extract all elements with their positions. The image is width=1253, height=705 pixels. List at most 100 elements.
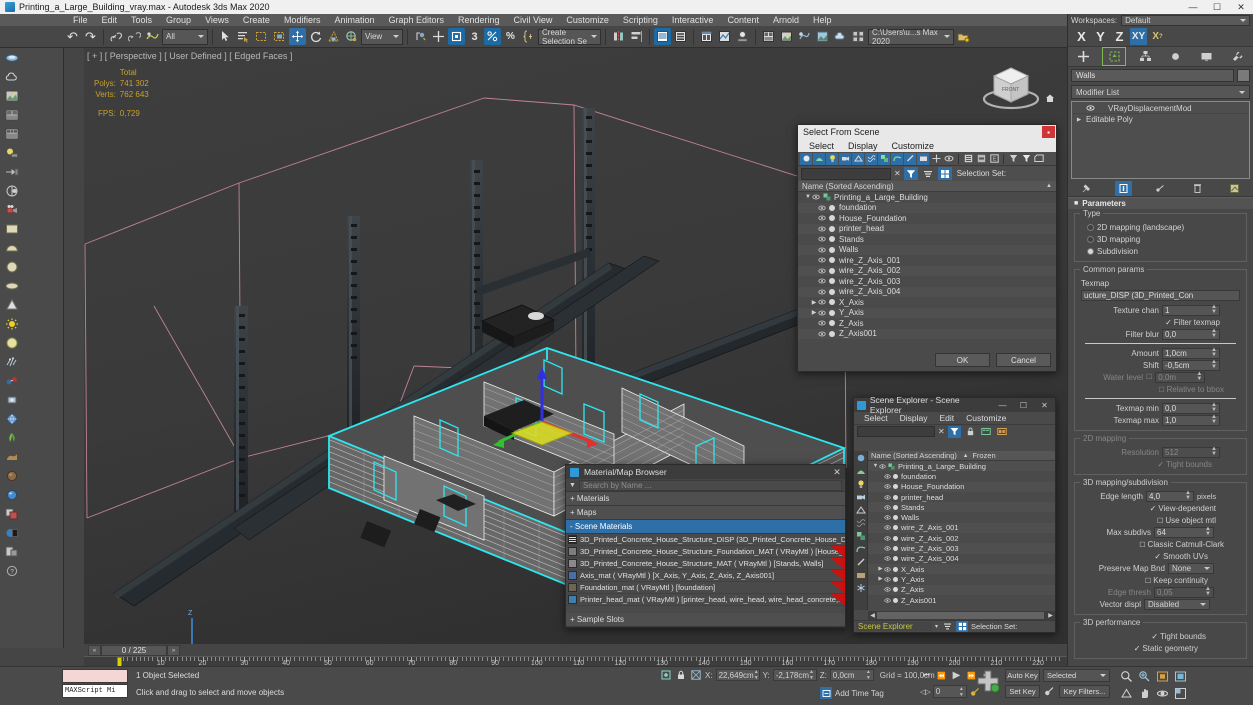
menu-graph-editors[interactable]: Graph Editors bbox=[381, 14, 451, 26]
maximize-viewport-toggle-icon[interactable] bbox=[1172, 685, 1189, 701]
menu-views[interactable]: Views bbox=[198, 14, 236, 26]
se-list-item[interactable]: Z_Axis001 bbox=[868, 595, 1055, 605]
se-filter-helpers-icon[interactable] bbox=[855, 504, 867, 516]
collapse-all-icon[interactable] bbox=[975, 153, 987, 165]
zoom-extents-all-icon[interactable] bbox=[1172, 668, 1189, 684]
tab-motion[interactable] bbox=[1165, 48, 1187, 65]
axis-cycle-icon[interactable]: X? bbox=[1149, 28, 1166, 45]
scroll-right-icon[interactable]: ▶ bbox=[1046, 612, 1055, 619]
spinner-arrows-icon[interactable]: ▲ ▼ bbox=[1196, 371, 1202, 382]
eye-icon[interactable] bbox=[884, 555, 891, 562]
spinner-arrows-icon[interactable]: ▲ ▼ bbox=[1211, 359, 1217, 370]
tab-hierarchy[interactable] bbox=[1134, 48, 1156, 65]
texmap-min-spinner[interactable]: 0,0 ▲ ▼ bbox=[1162, 402, 1220, 414]
menu-rendering[interactable]: Rendering bbox=[451, 14, 507, 26]
filter-chevron-icon[interactable]: ▼ bbox=[569, 482, 576, 489]
reference-coordinate-system-icon[interactable] bbox=[343, 28, 360, 45]
vray-frame-buffer-icon[interactable] bbox=[2, 48, 22, 67]
filter-texmap-checkbox[interactable]: ✓ Filter texmap bbox=[1165, 318, 1220, 327]
select-from-scene-titlebar[interactable]: Select From Scene ▪ bbox=[798, 125, 1056, 139]
spinner-arrows-icon[interactable]: ▲ ▼ bbox=[1185, 490, 1191, 501]
material-list-item[interactable]: 3D_Printed_Concrete_House_Structure_DISP… bbox=[566, 534, 845, 546]
eye-icon[interactable] bbox=[884, 473, 891, 480]
auto-key-plus-icon[interactable] bbox=[975, 668, 1001, 694]
sfs-list-item[interactable]: Stands bbox=[798, 234, 1056, 245]
eye-icon[interactable] bbox=[818, 246, 826, 254]
eye-icon[interactable] bbox=[884, 483, 891, 490]
sfs-expander-icon[interactable]: ▼ bbox=[804, 194, 812, 200]
bind-to-space-warp-icon[interactable] bbox=[144, 28, 161, 45]
undo-icon[interactable]: ↶ bbox=[64, 28, 81, 45]
viewcube-home-icon[interactable] bbox=[1045, 93, 1055, 103]
list-columns-icon[interactable]: E bbox=[988, 153, 1000, 165]
menu-tools[interactable]: Tools bbox=[124, 14, 159, 26]
sfs-list-item[interactable]: wire_Z_Axis_001 bbox=[798, 255, 1056, 266]
se-list-item[interactable]: House_Foundation bbox=[868, 481, 1055, 492]
material-group-maps[interactable]: + Maps bbox=[566, 506, 845, 520]
copy-panel-icon[interactable] bbox=[2, 542, 22, 561]
smooth-uvs-checkbox[interactable]: ✓ Smooth UVs bbox=[1154, 552, 1208, 561]
remove-modifier-icon[interactable] bbox=[1189, 181, 1206, 196]
angle-snap-toggle-icon[interactable]: 3 bbox=[466, 28, 483, 45]
set-key-mode-icon[interactable] bbox=[1043, 685, 1056, 698]
coordinate-system-combo[interactable]: View bbox=[361, 28, 403, 45]
make-unique-icon[interactable] bbox=[1152, 181, 1169, 196]
material-map-browser-dialog[interactable]: Material/Map Browser ✕ ▼ Search by Name … bbox=[565, 464, 846, 628]
display-groups-icon[interactable] bbox=[878, 152, 890, 165]
workspace-combo[interactable]: Default bbox=[1121, 15, 1250, 26]
menu-arnold[interactable]: Arnold bbox=[766, 14, 806, 26]
percent-snap-toggle-icon[interactable] bbox=[484, 28, 501, 45]
eye-icon[interactable] bbox=[818, 277, 826, 285]
sphere-icon[interactable] bbox=[2, 257, 22, 276]
render-production-icon[interactable] bbox=[796, 28, 813, 45]
filter-funnel-icon[interactable] bbox=[1007, 153, 1019, 165]
sfs-list-item[interactable]: ▼ Printing_a_Large_Building bbox=[798, 192, 1056, 203]
sfs-list-item[interactable]: printer_head bbox=[798, 223, 1056, 234]
se-filter-geometry-icon[interactable] bbox=[855, 452, 867, 464]
scene-explorer-tree[interactable]: Name (Sorted Ascending) ▲ Frozen ▼ Printi… bbox=[868, 451, 1055, 610]
toggle-layer-explorer-icon[interactable] bbox=[672, 28, 689, 45]
eye-icon[interactable] bbox=[884, 545, 891, 552]
tab-utilities[interactable] bbox=[1227, 48, 1249, 65]
display-geometry-icon[interactable] bbox=[800, 152, 812, 165]
animal-icon[interactable] bbox=[2, 447, 22, 466]
track-bar[interactable]: 10 20 30 40 50 60 70 80 90 100 110 120 130 140 150 160 1… bbox=[84, 656, 1067, 667]
mirror-icon[interactable] bbox=[610, 28, 627, 45]
redo-icon[interactable]: ↷ bbox=[82, 28, 99, 45]
edge-length-spinner[interactable]: 4,0 ▲ ▼ bbox=[1146, 490, 1194, 502]
filter-texmap-row[interactable]: ✓ Filter texmap bbox=[1079, 316, 1242, 328]
axis-z-button[interactable]: Z bbox=[1111, 28, 1128, 45]
use-object-mtl-checkbox[interactable]: ☐ Use object mtl bbox=[1157, 516, 1216, 525]
menu-civil-view[interactable]: Civil View bbox=[507, 14, 560, 26]
sfs-list-item[interactable]: Z_Axis001 bbox=[798, 328, 1056, 339]
use-pivot-point-center-icon[interactable] bbox=[412, 28, 429, 45]
se-filter-lights-icon[interactable] bbox=[855, 478, 867, 490]
select-by-name-icon[interactable] bbox=[235, 28, 252, 45]
se-list-item[interactable]: wire_Z_Axis_002 bbox=[868, 533, 1055, 543]
menu-create[interactable]: Create bbox=[236, 14, 277, 26]
material-list-item[interactable]: 3D_Printed_Concrete_House_Structure_MAT … bbox=[566, 558, 845, 570]
tight-bounds-3d-row[interactable]: ✓ Tight bounds bbox=[1079, 630, 1242, 642]
se-menu-edit[interactable]: Edit bbox=[934, 413, 961, 423]
pan-view-icon[interactable] bbox=[1136, 685, 1153, 701]
menu-help[interactable]: Help bbox=[806, 14, 839, 26]
keep-continuity-row[interactable]: ☐ Keep continuity bbox=[1079, 574, 1242, 586]
previous-frame-button-2[interactable]: ⏪ bbox=[935, 669, 948, 682]
menu-animation[interactable]: Animation bbox=[327, 14, 381, 26]
se-sync-selection-icon[interactable] bbox=[980, 426, 993, 438]
eye-icon[interactable] bbox=[818, 330, 826, 338]
render-iterative-icon[interactable] bbox=[814, 28, 831, 45]
add-time-tag-row[interactable]: Add Time Tag bbox=[820, 687, 884, 699]
window-crossing-toggle-icon[interactable] bbox=[271, 28, 288, 45]
frame-display[interactable]: 0 / 225 bbox=[101, 645, 167, 656]
se-list-item[interactable]: Z_Axis bbox=[868, 584, 1055, 595]
se-filter-freeze-icon[interactable] bbox=[855, 582, 867, 594]
select-and-link-icon[interactable] bbox=[108, 28, 125, 45]
sfs-menu-select[interactable]: Select bbox=[802, 141, 841, 151]
compact-material-editor-icon[interactable] bbox=[734, 28, 751, 45]
sfs-list-item[interactable]: foundation bbox=[798, 202, 1056, 213]
classic-catmull-checkbox[interactable]: ☐ Classic Catmull-Clark bbox=[1139, 540, 1224, 549]
camera-match-icon[interactable] bbox=[2, 162, 22, 181]
spinner-arrows-icon[interactable]: ▲ ▼ bbox=[1205, 526, 1211, 537]
eye-icon[interactable] bbox=[818, 204, 826, 212]
